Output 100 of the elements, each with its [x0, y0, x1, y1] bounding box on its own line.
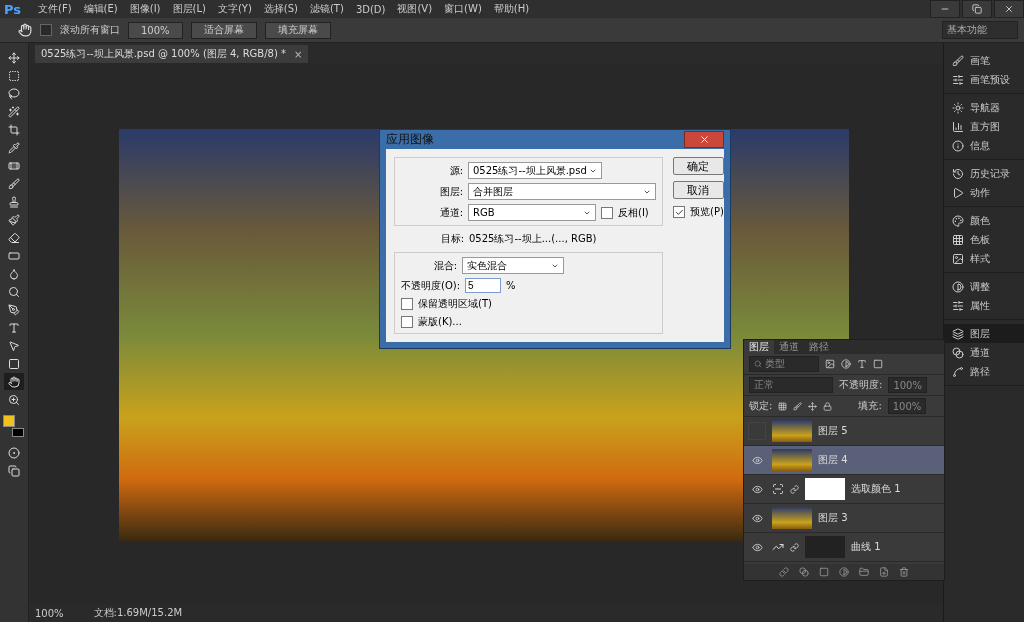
menu-item[interactable]: 编辑(E) [78, 2, 123, 16]
menu-item[interactable]: 选择(S) [258, 2, 303, 16]
play-icon [952, 186, 964, 199]
palette-icon [952, 214, 964, 227]
curves-icon [772, 541, 784, 553]
option-button[interactable]: 填充屏幕 [264, 21, 331, 39]
lock-icon [823, 401, 833, 411]
target-text: 0525练习--坝上...(..., RGB) [469, 232, 597, 246]
checkbox-label: 预览(P) [690, 205, 724, 219]
checkbox[interactable] [673, 206, 685, 218]
menu-item[interactable]: 视图(V) [392, 2, 438, 16]
layer-name: 图层 4 [818, 453, 848, 467]
new-layer-icon [879, 567, 889, 577]
panel-button[interactable]: 属性 [944, 296, 1024, 315]
panel-button[interactable]: 画笔预设 [944, 70, 1024, 89]
panel-tab[interactable]: 图层 [744, 340, 774, 354]
field-label: 混合: [432, 258, 457, 273]
layer-row[interactable]: 曲线 1 [744, 533, 944, 562]
panel-button[interactable]: 信息 [944, 136, 1024, 155]
field-label: 不透明度: [839, 378, 883, 392]
panel-button[interactable]: 通道 [944, 343, 1024, 362]
document-title: 0525练习--坝上风景.psd @ 100% (图层 4, RGB/8) * [41, 47, 287, 61]
filter-label: 类型 [765, 357, 785, 371]
checkbox[interactable] [401, 316, 413, 328]
layer-row[interactable]: 图层 5 [744, 417, 944, 446]
blend-dropdown[interactable]: 实色混合 [462, 257, 564, 274]
restore-button[interactable] [962, 0, 992, 18]
layer-row[interactable]: 图层 4 [744, 446, 944, 475]
panel-button[interactable]: 调整 [944, 277, 1024, 296]
menu-item[interactable]: 帮助(H) [488, 2, 535, 16]
fill-field[interactable]: 100% [887, 398, 927, 414]
droplet-icon [8, 267, 20, 280]
field-label: 填充: [858, 399, 882, 413]
pen-icon [8, 303, 20, 316]
gradient-icon [8, 249, 20, 262]
option-button[interactable]: 适合屏幕 [190, 21, 257, 39]
minimize-button[interactable] [930, 0, 960, 18]
marquee-icon [8, 69, 20, 82]
field-label: 锁定: [749, 399, 773, 413]
panel-button[interactable]: 历史记录 [944, 164, 1024, 183]
checkbox[interactable] [401, 298, 413, 310]
layer-row[interactable]: 图层 3 [744, 504, 944, 533]
cancel-button[interactable]: 取消 [673, 181, 724, 199]
checkbox[interactable] [40, 24, 52, 36]
checkbox-label: 滚动所有窗口 [60, 23, 120, 37]
mask-thumbnail [805, 536, 845, 558]
brush-icon [8, 177, 20, 190]
panel-button[interactable]: 样式 [944, 249, 1024, 268]
paths-icon [952, 365, 964, 378]
document-tab[interactable]: 0525练习--坝上风景.psd @ 100% (图层 4, RGB/8) * × [35, 45, 309, 63]
channel-dropdown[interactable]: RGB [468, 204, 596, 221]
menu-item[interactable]: 文件(F) [33, 2, 77, 16]
option-button[interactable]: 100% [128, 21, 183, 39]
panel-tab[interactable]: 路径 [804, 340, 834, 354]
opacity-field[interactable]: 100% [888, 377, 927, 393]
panel-button[interactable]: 画笔 [944, 51, 1024, 70]
shape-icon [873, 359, 883, 369]
checkbox[interactable] [601, 206, 613, 219]
close-button[interactable] [994, 0, 1024, 18]
ok-button[interactable]: 确定 [673, 157, 724, 175]
magnifier-icon [8, 285, 20, 298]
link-icon [779, 567, 789, 577]
foreground-color-swatch[interactable] [3, 415, 15, 427]
image-icon [825, 359, 835, 369]
field-label: 通道: [438, 205, 463, 220]
layer-dropdown[interactable]: 合并图层 [468, 183, 656, 200]
lock-pixels-icon [778, 401, 788, 411]
filter-dropdown[interactable]: 类型 [749, 356, 819, 372]
history-icon [952, 167, 964, 180]
layer-name: 图层 3 [818, 511, 848, 525]
field-label: 不透明度(O): [401, 278, 461, 293]
menu-item[interactable]: 滤镜(T) [304, 2, 349, 16]
panel-button[interactable]: 图层 [944, 324, 1024, 343]
layer-row[interactable]: 选取颜色 1 [744, 475, 944, 504]
panel-button[interactable]: 路径 [944, 362, 1024, 381]
background-color-swatch[interactable] [12, 428, 24, 437]
workspace-dropdown[interactable]: 基本功能 [942, 21, 1018, 39]
panel-button[interactable]: 色板 [944, 230, 1024, 249]
bandage-icon [8, 159, 20, 172]
menu-item[interactable]: 窗口(W) [439, 2, 487, 16]
panel-tab[interactable]: 通道 [774, 340, 804, 354]
blend-mode-dropdown[interactable]: 正常 [749, 377, 833, 393]
zoom-level: 100% [35, 607, 64, 619]
mask-icon [819, 567, 829, 577]
panel-button[interactable]: 导航器 [944, 98, 1024, 117]
field-label: 目标: [439, 232, 464, 246]
channels-icon [952, 346, 964, 359]
menu-item[interactable]: 3D(D) [350, 3, 391, 15]
panel-button[interactable]: 动作 [944, 183, 1024, 202]
opacity-input[interactable]: 5 [465, 278, 502, 293]
menu-item[interactable]: 图像(I) [124, 2, 166, 16]
panel-button[interactable]: 颜色 [944, 211, 1024, 230]
menu-item[interactable]: 文字(Y) [212, 2, 257, 16]
menu-item[interactable]: 图层(L) [167, 2, 211, 16]
close-tab-button[interactable]: × [294, 48, 303, 60]
panel-button[interactable]: 直方图 [944, 117, 1024, 136]
source-dropdown[interactable]: 0525练习--坝上风景.psd [468, 162, 602, 179]
tool-button[interactable] [4, 373, 24, 390]
histogram-icon [952, 120, 964, 133]
styles-icon [952, 252, 964, 265]
